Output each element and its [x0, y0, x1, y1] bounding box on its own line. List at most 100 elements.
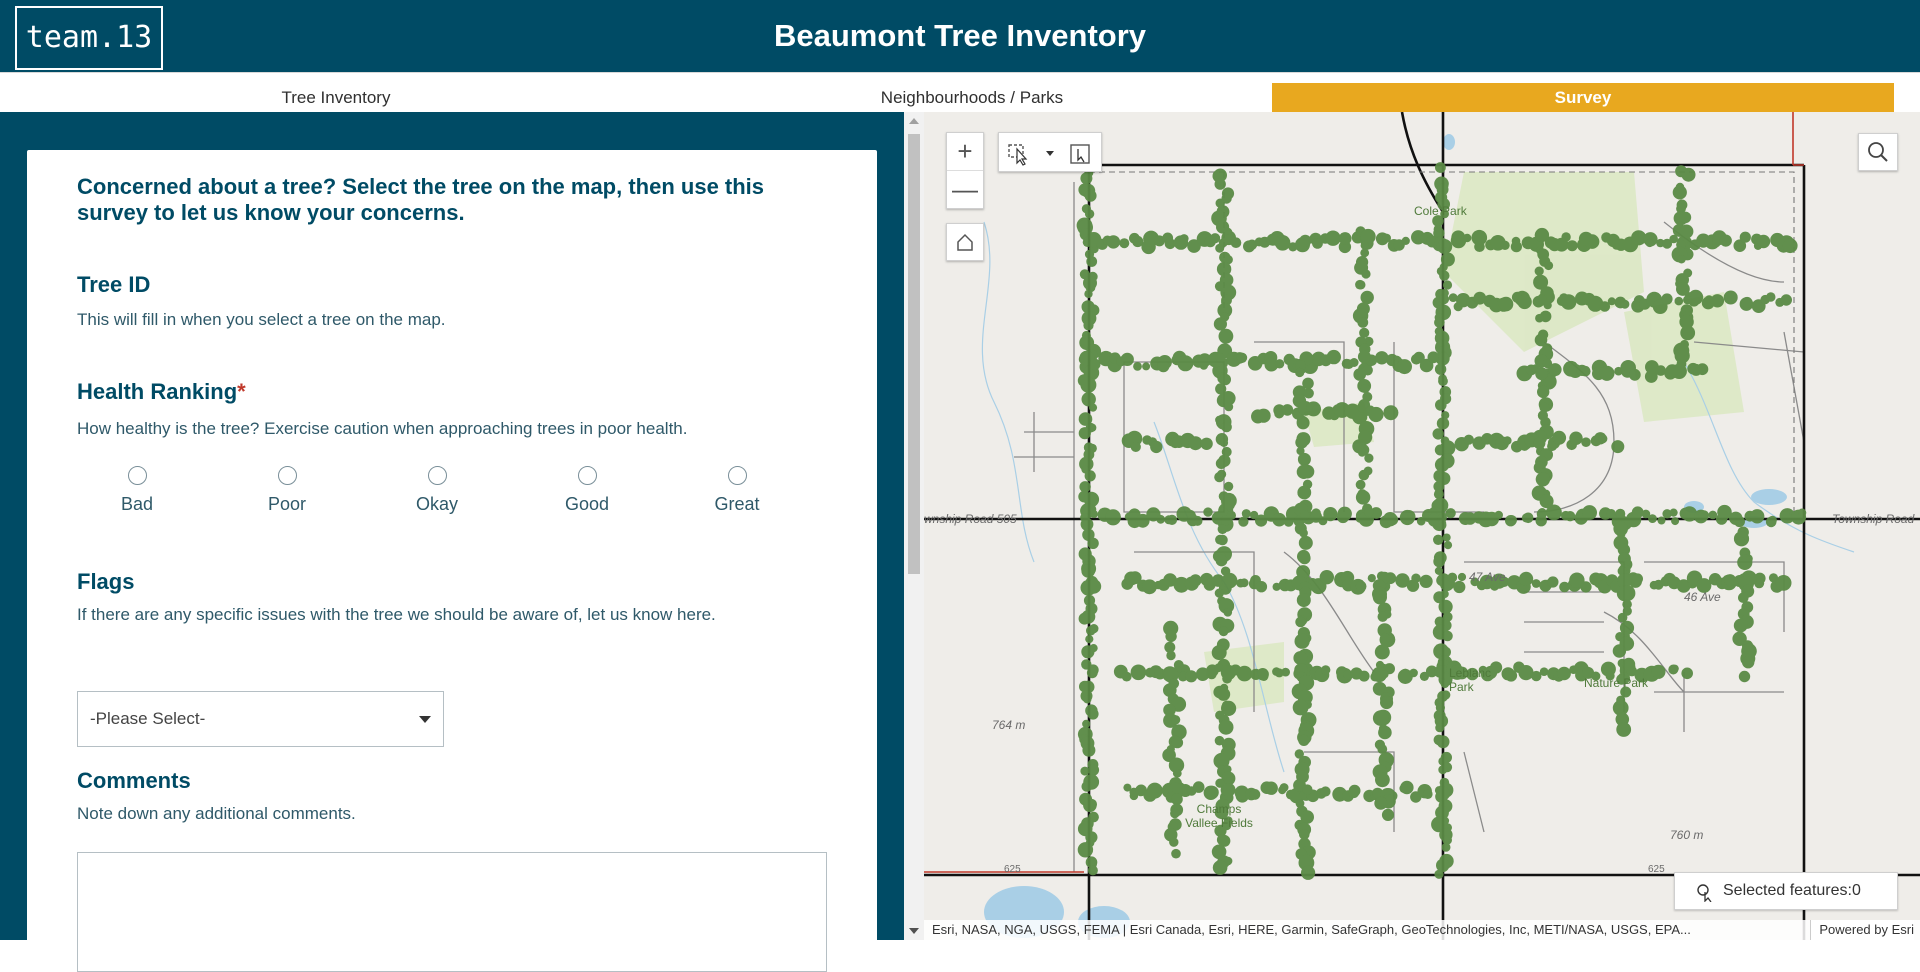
tree-canopy-marker[interactable] — [1348, 787, 1360, 799]
tree-canopy-marker[interactable] — [1442, 533, 1451, 542]
tree-canopy-marker[interactable] — [1517, 294, 1532, 310]
tree-canopy-marker[interactable] — [1221, 572, 1238, 589]
tree-canopy-marker[interactable] — [1216, 834, 1229, 846]
tree-canopy-marker[interactable] — [1357, 317, 1369, 328]
tree-canopy-marker[interactable] — [1581, 437, 1591, 448]
tree-canopy-marker[interactable] — [1170, 715, 1181, 725]
tree-canopy-marker[interactable] — [1765, 516, 1777, 528]
tree-canopy-marker[interactable] — [1632, 573, 1643, 585]
tree-canopy-marker[interactable] — [1681, 167, 1696, 182]
tree-canopy-marker[interactable] — [1698, 510, 1710, 521]
tree-canopy-marker[interactable] — [1710, 294, 1725, 308]
tree-canopy-marker[interactable] — [1584, 234, 1600, 249]
tree-canopy-marker[interactable] — [1671, 517, 1680, 526]
tree-canopy-marker[interactable] — [1779, 511, 1791, 522]
tree-canopy-marker[interactable] — [1255, 581, 1268, 593]
tree-canopy-marker[interactable] — [1130, 441, 1141, 452]
tree-canopy-marker[interactable] — [1494, 510, 1503, 520]
tree-canopy-marker[interactable] — [1537, 508, 1547, 517]
tree-canopy-marker[interactable] — [1146, 782, 1163, 799]
comments-textarea[interactable] — [77, 852, 827, 972]
tree-canopy-marker[interactable] — [1294, 633, 1310, 649]
tree-canopy-marker[interactable] — [1360, 248, 1370, 258]
tree-canopy-marker[interactable] — [1535, 313, 1544, 323]
tree-canopy-marker[interactable] — [1780, 294, 1792, 306]
tree-canopy-marker[interactable] — [1215, 458, 1227, 469]
tab-survey[interactable]: Survey — [1272, 83, 1894, 113]
tree-canopy-marker[interactable] — [1411, 573, 1421, 583]
tree-canopy-marker[interactable] — [1323, 507, 1338, 522]
tree-canopy-marker[interactable] — [1719, 234, 1732, 247]
radio-circle[interactable] — [727, 466, 747, 485]
tree-canopy-marker[interactable] — [1438, 599, 1453, 614]
tree-canopy-marker[interactable] — [1535, 367, 1548, 381]
tree-canopy-marker[interactable] — [1081, 564, 1095, 578]
tree-canopy-marker[interactable] — [1272, 512, 1286, 527]
tree-canopy-marker[interactable] — [1223, 608, 1233, 617]
tree-canopy-marker[interactable] — [1547, 576, 1559, 588]
tree-canopy-marker[interactable] — [1580, 581, 1592, 593]
tree-canopy-marker[interactable] — [1166, 514, 1178, 525]
tree-canopy-marker[interactable] — [1156, 514, 1166, 524]
tree-canopy-marker[interactable] — [1218, 328, 1234, 344]
tree-canopy-marker[interactable] — [1218, 626, 1229, 637]
tree-canopy-marker[interactable] — [1221, 783, 1236, 797]
tree-canopy-marker[interactable] — [1599, 365, 1615, 381]
tree-canopy-marker[interactable] — [1775, 575, 1792, 591]
tree-canopy-marker[interactable] — [1531, 579, 1541, 588]
tree-canopy-marker[interactable] — [1533, 437, 1546, 450]
scroll-up-arrow-icon[interactable] — [909, 118, 919, 124]
tree-canopy-marker[interactable] — [1256, 408, 1271, 423]
tree-canopy-marker[interactable] — [1612, 644, 1627, 658]
tree-canopy-marker[interactable] — [1223, 481, 1234, 492]
tree-canopy-marker[interactable] — [1557, 666, 1571, 681]
home-button[interactable] — [946, 223, 984, 261]
tree-canopy-marker[interactable] — [1447, 572, 1458, 583]
tree-canopy-marker[interactable] — [1355, 490, 1371, 505]
selection-pointer-icon[interactable] — [1008, 144, 1028, 166]
tree-canopy-marker[interactable] — [1264, 781, 1278, 795]
tree-canopy-marker[interactable] — [1355, 479, 1366, 490]
tree-canopy-marker[interactable] — [1105, 509, 1121, 525]
radio-good[interactable]: Good — [527, 466, 647, 515]
tree-canopy-marker[interactable] — [1295, 616, 1306, 628]
tree-canopy-marker[interactable] — [1230, 237, 1242, 248]
tree-canopy-marker[interactable] — [1083, 695, 1092, 704]
tree-canopy-marker[interactable] — [1519, 571, 1534, 586]
tree-canopy-marker[interactable] — [1295, 436, 1308, 449]
tree-canopy-marker[interactable] — [1249, 789, 1261, 800]
tree-canopy-marker[interactable] — [1298, 552, 1311, 565]
tree-canopy-marker[interactable] — [1106, 235, 1121, 249]
tree-canopy-marker[interactable] — [1311, 508, 1321, 518]
tree-canopy-marker[interactable] — [1537, 385, 1550, 399]
tree-canopy-marker[interactable] — [1185, 670, 1198, 683]
tree-canopy-marker[interactable] — [1436, 417, 1450, 430]
tree-canopy-marker[interactable] — [1082, 719, 1091, 729]
tree-canopy-marker[interactable] — [1383, 405, 1399, 421]
tree-canopy-marker[interactable] — [1077, 842, 1094, 858]
tree-canopy-marker[interactable] — [1372, 590, 1387, 605]
tree-canopy-marker[interactable] — [1669, 508, 1678, 517]
zoom-out-button[interactable]: — — [947, 171, 983, 209]
tree-canopy-marker[interactable] — [1279, 783, 1289, 792]
tab-tree-inventory[interactable]: Tree Inventory — [0, 83, 672, 113]
selected-features-button[interactable]: Selected features:0 — [1674, 872, 1898, 910]
tree-canopy-marker[interactable] — [1766, 292, 1776, 302]
tree-canopy-marker[interactable] — [1079, 481, 1091, 493]
tree-canopy-marker[interactable] — [1670, 664, 1679, 673]
tree-canopy-marker[interactable] — [1121, 671, 1132, 682]
tree-canopy-marker[interactable] — [1215, 353, 1226, 363]
tree-canopy-marker[interactable] — [1375, 772, 1390, 788]
tree-canopy-marker[interactable] — [1381, 808, 1395, 822]
tree-canopy-marker[interactable] — [1620, 299, 1630, 309]
tree-canopy-marker[interactable] — [1438, 238, 1449, 249]
tree-canopy-marker[interactable] — [1360, 384, 1370, 394]
tree-canopy-marker[interactable] — [1297, 485, 1312, 500]
tree-canopy-marker[interactable] — [1676, 282, 1690, 296]
tree-canopy-marker[interactable] — [1188, 436, 1203, 451]
panel-scrollbar[interactable] — [904, 112, 924, 940]
tree-canopy-marker[interactable] — [1090, 510, 1098, 519]
tree-canopy-marker[interactable] — [1084, 209, 1095, 219]
tree-canopy-marker[interactable] — [1544, 261, 1554, 271]
tree-canopy-marker[interactable] — [1535, 515, 1547, 527]
